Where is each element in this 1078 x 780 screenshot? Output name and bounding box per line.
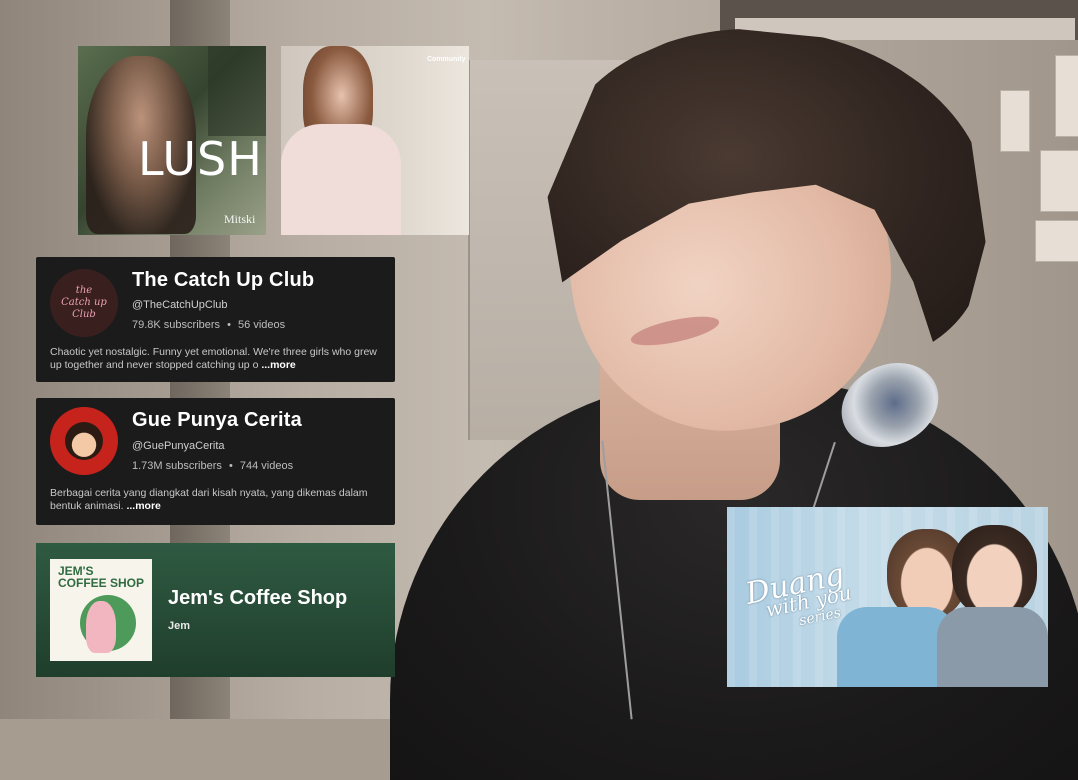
channel-description: Berbagai cerita yang diangkat dari kisah… [50,487,381,513]
channel-card-gue-punya-cerita[interactable]: Gue Punya Cerita @GuePunyaCerita 1.73M s… [36,398,395,525]
avatar-text: Club [72,309,96,320]
playlist-card-jems-coffee-shop[interactable]: JEM'S COFFEE SHOP Jem's Coffee Shop Jem [36,543,395,677]
channel-stats: 1.73M subscribers • 744 videos [132,460,293,472]
channel-avatar: the Catch up Club [50,269,118,337]
album-title: LUSH [138,132,263,186]
channel-avatar [50,407,118,475]
album-shirt [281,124,401,235]
video-count: 744 videos [239,460,294,472]
actor-face [952,525,1037,617]
character-icon [86,601,116,653]
avatar-text: the [75,285,93,296]
video-count: 56 videos [238,319,286,331]
channel-name: Gue Punya Cerita [132,409,302,431]
album-badge: Community [427,56,466,63]
channel-card-catch-up-club[interactable]: the Catch up Club The Catch Up Club @The… [36,257,395,382]
playlist-cover: JEM'S COFFEE SHOP [50,559,152,661]
series-poster[interactable]: Duang with you series [727,507,1048,687]
description-text: Chaotic yet nostalgic. Funny yet emotion… [50,346,377,371]
album-cover-community[interactable]: Community [281,46,469,235]
album-artist: Mitski [224,212,256,226]
playlist-owner: Jem [168,620,191,632]
cover-text: COFFEE SHOP [58,576,145,590]
actor-shirt [937,607,1048,687]
channel-stats: 79.8K subscribers • 56 videos [132,319,285,331]
separator: • [228,460,233,472]
separator: • [227,319,231,331]
more-link[interactable]: ...more [126,500,160,512]
channel-handle: @GuePunyaCerita [132,440,225,452]
channel-name: The Catch Up Club [132,269,315,291]
more-link[interactable]: ...more [261,359,295,371]
cartoon-face-icon [65,422,103,460]
subscriber-count: 79.8K subscribers [132,319,221,331]
channel-handle: @TheCatchUpClub [132,299,228,311]
channel-description: Chaotic yet nostalgic. Funny yet emotion… [50,346,381,372]
album-window [208,46,266,136]
description-text: Berbagai cerita yang diangkat dari kisah… [50,487,368,512]
playlist-title: Jem's Coffee Shop [168,587,348,609]
avatar-text: Catch up [61,297,107,308]
subscriber-count: 1.73M subscribers [132,460,222,472]
album-cover-lush[interactable]: LUSH Mitski [78,46,266,235]
